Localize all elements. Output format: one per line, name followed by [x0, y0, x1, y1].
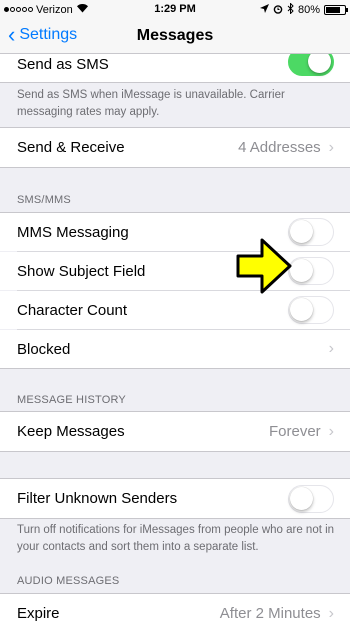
section-header-sms-mms: SMS/MMS [17, 194, 71, 206]
character-count-row: Character Count [0, 291, 350, 329]
expire-detail: After 2 Minutes [219, 605, 321, 622]
divider [0, 518, 350, 519]
keep-messages-row[interactable]: Keep Messages Forever › [0, 412, 350, 451]
back-label: Settings [19, 26, 78, 43]
expire-label: Expire [17, 605, 60, 622]
filter-unknown-senders-toggle[interactable] [288, 484, 334, 513]
alarm-icon [273, 4, 283, 17]
status-right: 80% [259, 2, 348, 17]
filter-unknown-senders-row: Filter Unknown Senders [0, 479, 350, 518]
mms-messaging-row: MMS Messaging [0, 213, 350, 251]
chevron-right-icon: › [328, 604, 334, 622]
divider [0, 82, 350, 83]
keep-messages-detail: Forever [268, 423, 321, 440]
keep-messages-label: Keep Messages [17, 423, 125, 440]
divider [0, 451, 350, 452]
toggle-knob [308, 54, 331, 73]
send-receive-label: Send & Receive [17, 139, 125, 156]
battery-icon [324, 5, 348, 15]
section-header-audio-messages: AUDIO MESSAGES [17, 575, 120, 587]
character-count-toggle[interactable] [288, 296, 334, 324]
location-icon [259, 4, 269, 16]
divider [0, 167, 350, 168]
back-button[interactable]: ‹ Settings [8, 22, 78, 47]
blocked-label: Blocked [17, 340, 71, 358]
battery-percent: 80% [297, 4, 320, 16]
show-subject-field-row: Show Subject Field [0, 252, 350, 290]
bluetooth-icon [287, 2, 294, 17]
section-header-message-history: MESSAGE HISTORY [17, 394, 126, 406]
divider [0, 368, 350, 369]
nav-bar: ‹ Settings Messages [0, 18, 350, 54]
toggle-knob [290, 486, 313, 510]
send-as-sms-row: Send as SMS [0, 54, 350, 82]
filter-unknown-senders-footer: Turn off notifications for iMessages fro… [17, 524, 335, 553]
mms-messaging-toggle[interactable] [288, 218, 334, 246]
toggle-knob [290, 220, 313, 243]
status-bar: Verizon 1:29 PM 80% [0, 0, 350, 18]
settings-list[interactable]: Send as SMS Send as SMS when iMessage is… [0, 54, 350, 622]
character-count-label: Character Count [17, 301, 128, 319]
chevron-left-icon: ‹ [8, 22, 16, 47]
send-as-sms-label: Send as SMS [17, 55, 109, 73]
chevron-right-icon: › [328, 138, 334, 156]
show-subject-field-toggle[interactable] [288, 257, 334, 285]
send-as-sms-toggle[interactable] [288, 54, 334, 76]
toggle-knob [290, 298, 313, 321]
send-receive-row[interactable]: Send & Receive 4 Addresses › [0, 128, 350, 167]
chevron-right-icon: › [328, 422, 334, 440]
send-receive-detail: 4 Addresses [238, 139, 321, 156]
toggle-knob [290, 259, 313, 282]
filter-unknown-senders-label: Filter Unknown Senders [17, 490, 178, 507]
send-as-sms-footer: Send as SMS when iMessage is unavailable… [17, 89, 285, 118]
blocked-row[interactable]: Blocked › [0, 330, 350, 368]
chevron-right-icon: › [328, 340, 334, 357]
yellow-arrow-icon [236, 238, 292, 294]
expire-row[interactable]: Expire After 2 Minutes › [0, 594, 350, 622]
